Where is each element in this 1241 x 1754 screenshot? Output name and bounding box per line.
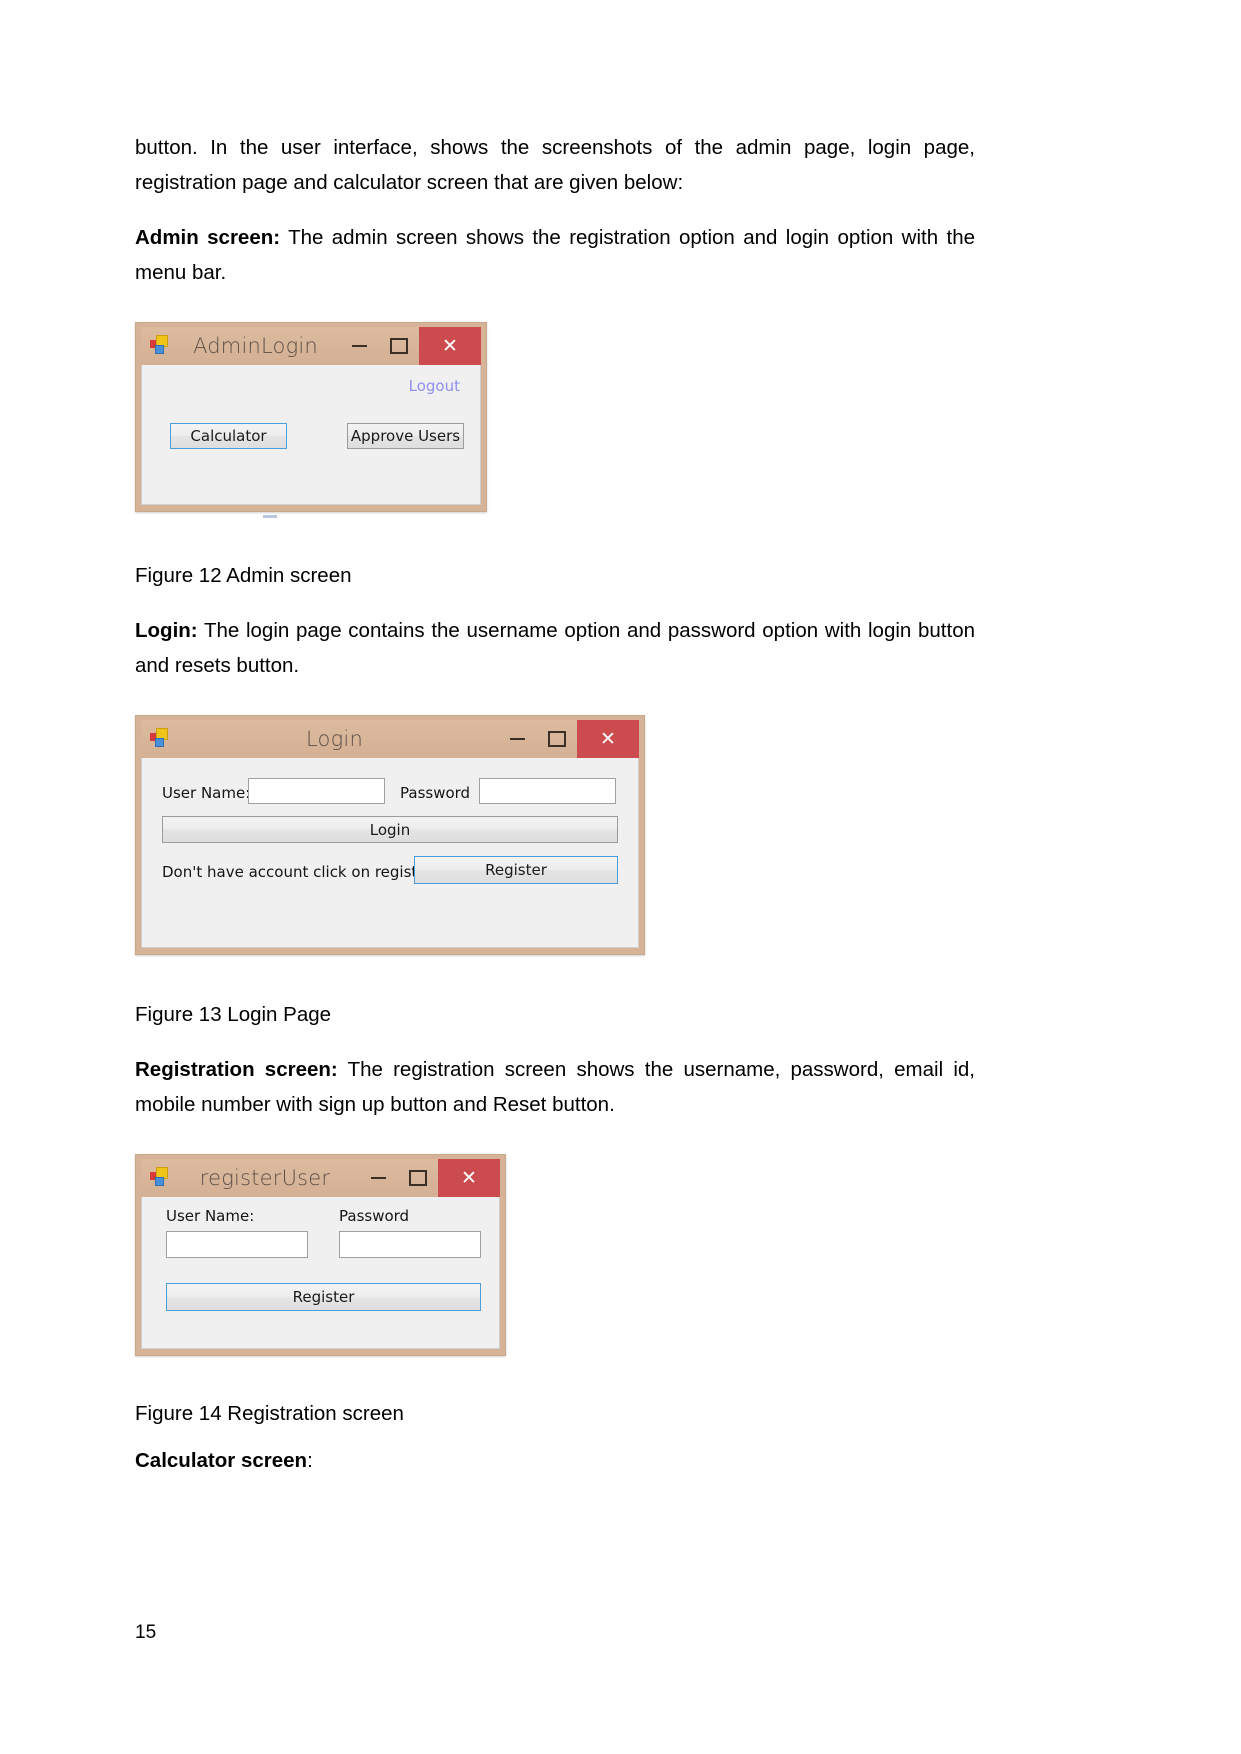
figure-12-admin-screen: AdminLogin ✕ Logout Calculator Approve U…: [135, 322, 975, 518]
visual-studio-form-icon: [150, 335, 172, 357]
page-number: 15: [135, 1622, 157, 1643]
figure-13-caption: Figure 13 Login Page: [135, 1003, 332, 1026]
minimize-button[interactable]: [339, 327, 379, 365]
maximize-button[interactable]: [379, 327, 419, 365]
login-lead: Login:: [135, 619, 198, 642]
admin-window-body: Logout Calculator Approve Users: [141, 365, 481, 505]
login-paragraph: Login: The login page contains the usern…: [135, 613, 975, 683]
maximize-button[interactable]: [537, 720, 577, 758]
login-window-title: Login: [306, 727, 363, 751]
page-content: button. In the user interface, shows the…: [135, 130, 975, 1478]
registration-paragraph: Registration screen: The registration sc…: [135, 1052, 975, 1122]
document-page: button. In the user interface, shows the…: [0, 0, 1241, 1754]
visual-studio-form-icon: [150, 1167, 172, 1189]
admin-window-controls: ✕: [339, 327, 481, 365]
figure-14-caption: Figure 14 Registration screen: [135, 1402, 404, 1425]
password-input[interactable]: [339, 1231, 481, 1258]
close-icon[interactable]: ✕: [438, 1159, 500, 1197]
password-label: Password: [339, 1207, 410, 1225]
password-input[interactable]: [479, 778, 616, 804]
scan-artifact: [263, 515, 277, 518]
register-button[interactable]: Register: [166, 1283, 481, 1311]
login-button[interactable]: Login: [162, 816, 618, 843]
register-hint-label: Don't have account click on register: [162, 863, 433, 881]
minimize-button[interactable]: [358, 1159, 398, 1197]
username-input[interactable]: [248, 778, 385, 804]
calculator-screen-paragraph: Calculator screen:: [135, 1443, 975, 1478]
register-user-window: registerUser ✕ User Name: Password Regis…: [135, 1154, 506, 1356]
register-window-body: User Name: Password Register: [141, 1197, 500, 1349]
login-window-body: User Name: Password Login Don't have acc…: [141, 758, 639, 948]
login-text: The login page contains the username opt…: [135, 619, 975, 677]
admin-login-window: AdminLogin ✕ Logout Calculator Approve U…: [135, 322, 487, 512]
admin-screen-paragraph: Admin screen: The admin screen shows the…: [135, 220, 975, 290]
register-window-title: registerUser: [199, 1166, 331, 1190]
close-icon[interactable]: ✕: [419, 327, 481, 365]
admin-window-titlebar[interactable]: AdminLogin ✕: [141, 327, 481, 365]
figure-13-login-page: Login ✕ User Name: Password Login Don't …: [135, 715, 975, 955]
calculator-screen-text: :: [307, 1449, 313, 1472]
register-window-controls: ✕: [358, 1159, 500, 1197]
admin-window-title: AdminLogin: [193, 334, 318, 358]
intro-paragraph: button. In the user interface, shows the…: [135, 136, 975, 194]
maximize-button[interactable]: [398, 1159, 438, 1197]
calculator-button[interactable]: Calculator: [170, 423, 287, 449]
login-window: Login ✕ User Name: Password Login Don't …: [135, 715, 645, 955]
username-label: User Name:: [166, 1207, 255, 1225]
register-button[interactable]: Register: [414, 856, 618, 884]
admin-screen-lead: Admin screen:: [135, 226, 281, 249]
logout-link[interactable]: Logout: [409, 377, 460, 395]
password-label: Password: [400, 784, 471, 802]
minimize-button[interactable]: [497, 720, 537, 758]
login-window-titlebar[interactable]: Login ✕: [141, 720, 639, 758]
register-window-titlebar[interactable]: registerUser ✕: [141, 1159, 500, 1197]
figure-14-registration-screen: registerUser ✕ User Name: Password Regis…: [135, 1154, 975, 1356]
close-icon[interactable]: ✕: [577, 720, 639, 758]
username-label: User Name:: [162, 784, 251, 802]
figure-12-caption: Figure 12 Admin screen: [135, 564, 352, 587]
calculator-screen-lead: Calculator screen: [135, 1449, 308, 1472]
username-input[interactable]: [166, 1231, 308, 1258]
login-window-controls: ✕: [497, 720, 639, 758]
visual-studio-form-icon: [150, 728, 172, 750]
registration-lead: Registration screen:: [135, 1058, 338, 1081]
approve-users-button[interactable]: Approve Users: [347, 423, 464, 449]
